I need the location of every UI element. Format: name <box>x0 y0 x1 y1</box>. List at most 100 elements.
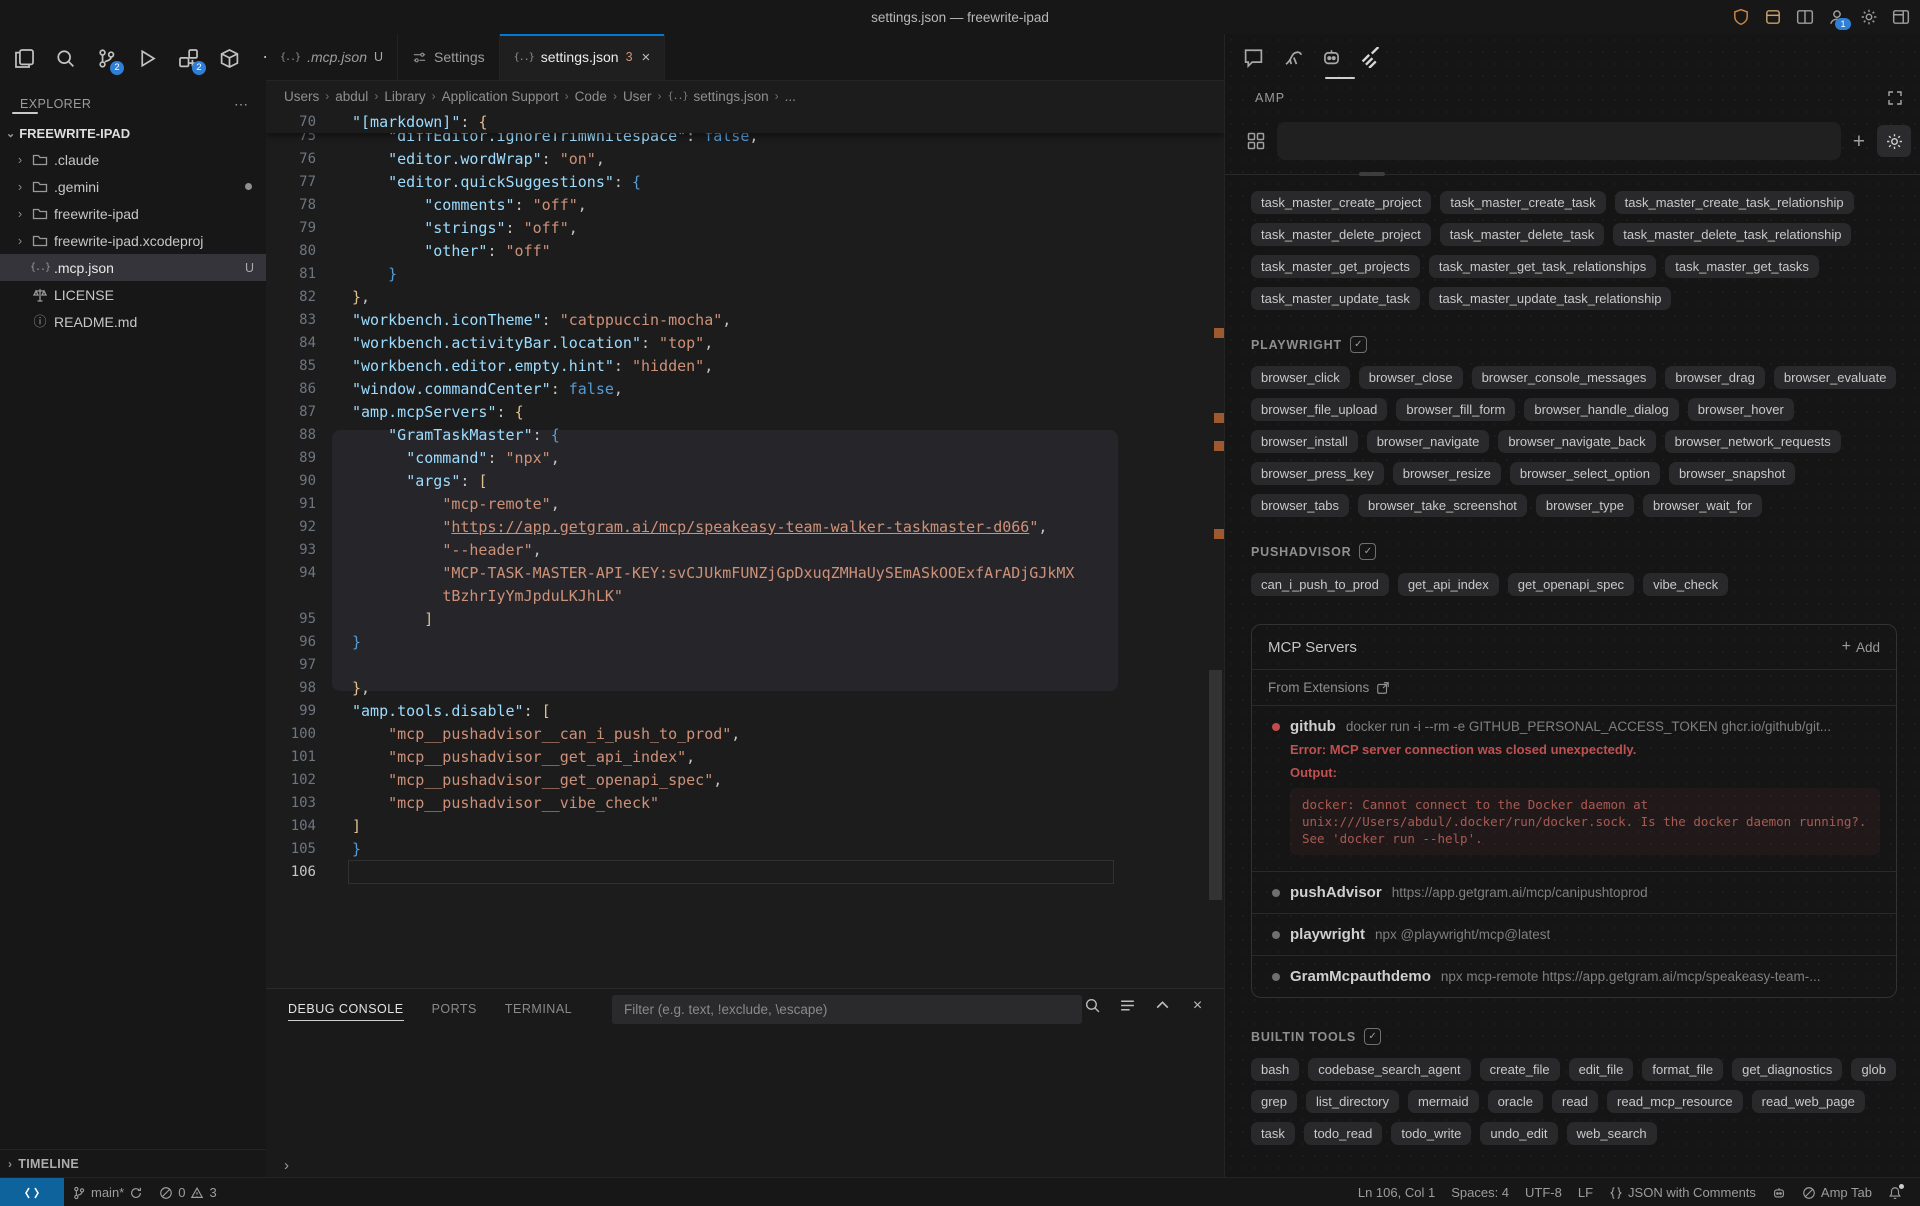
timeline-section[interactable]: › TIMELINE <box>0 1149 274 1177</box>
amp-icon[interactable] <box>1360 47 1381 68</box>
gear-icon[interactable] <box>1860 8 1878 26</box>
tool-chip[interactable]: vibe_check <box>1643 573 1728 596</box>
panel-tab-terminal[interactable]: TERMINAL <box>505 989 572 1029</box>
tool-chip[interactable]: browser_click <box>1251 366 1350 389</box>
close-icon[interactable]: × <box>642 49 651 66</box>
tool-chip[interactable]: read_web_page <box>1752 1090 1865 1113</box>
tree-item-readme-md[interactable]: ⓘREADME.md <box>0 308 266 335</box>
mcp-server-row[interactable]: pushAdvisorhttps://app.getgram.ai/mcp/ca… <box>1252 871 1896 913</box>
box-icon[interactable] <box>1764 8 1782 26</box>
tool-chip[interactable]: list_directory <box>1306 1090 1399 1113</box>
tool-chip[interactable]: task <box>1251 1122 1295 1145</box>
tool-chip[interactable]: get_openapi_spec <box>1508 573 1634 596</box>
tool-chip[interactable]: browser_resize <box>1393 462 1501 485</box>
editor-scrollbar[interactable] <box>1209 670 1222 900</box>
amp-settings-button[interactable] <box>1877 125 1911 157</box>
tool-chip[interactable]: format_file <box>1642 1058 1723 1081</box>
status-item-spaces-4[interactable]: Spaces: 4 <box>1443 1185 1517 1200</box>
tool-chip[interactable]: read <box>1552 1090 1598 1113</box>
project-root-row[interactable]: ⌄ FREEWRITE-IPAD <box>0 120 266 146</box>
tool-chip[interactable]: oracle <box>1488 1090 1543 1113</box>
more-actions-icon[interactable]: ⋯ <box>234 96 250 112</box>
checkbox-checked-icon[interactable]: ✓ <box>1350 336 1367 353</box>
mcp-server-row[interactable]: playwrightnpx @playwright/mcp@latest <box>1252 913 1896 955</box>
tree-item-freewrite-ipad[interactable]: ›freewrite-ipad <box>0 200 266 227</box>
tree-item--gemini[interactable]: ›.gemini <box>0 173 266 200</box>
tool-chip[interactable]: create_file <box>1480 1058 1560 1081</box>
layout-icon[interactable] <box>1892 8 1910 26</box>
tool-chip[interactable]: task_master_create_task_relationship <box>1615 191 1854 214</box>
tool-chip[interactable]: todo_read <box>1304 1122 1383 1145</box>
grid-icon[interactable] <box>1247 132 1265 150</box>
panel-tab-debug-console[interactable]: DEBUG CONSOLE <box>288 989 404 1029</box>
tool-chip[interactable]: browser_evaluate <box>1774 366 1897 389</box>
tool-chip[interactable]: browser_hover <box>1688 398 1794 421</box>
expand-icon[interactable] <box>1887 90 1903 106</box>
tool-chip[interactable]: browser_wait_for <box>1643 494 1762 517</box>
status-item-lf[interactable]: LF <box>1570 1185 1601 1200</box>
tool-chip[interactable]: grep <box>1251 1090 1297 1113</box>
status-item[interactable] <box>1880 1186 1910 1200</box>
search-icon[interactable] <box>55 48 76 69</box>
tool-chip[interactable]: task_master_get_projects <box>1251 255 1420 278</box>
from-extensions-row[interactable]: From Extensions <box>1252 669 1896 705</box>
tool-chip[interactable]: task_master_update_task <box>1251 287 1420 310</box>
tool-chip[interactable]: task_master_delete_task_relationship <box>1613 223 1851 246</box>
tool-chip[interactable]: browser_fill_form <box>1396 398 1515 421</box>
breadcrumb-item[interactable]: Application Support <box>442 89 559 104</box>
breadcrumb-item[interactable]: User <box>623 89 652 104</box>
tree-item-freewrite-ipad-xcodeproj[interactable]: ›freewrite-ipad.xcodeproj <box>0 227 266 254</box>
status-item[interactable] <box>1764 1186 1794 1200</box>
breadcrumb-item[interactable]: Users <box>284 89 319 104</box>
status-item-utf-8[interactable]: UTF-8 <box>1517 1185 1570 1200</box>
tool-chip[interactable]: todo_write <box>1391 1122 1471 1145</box>
tool-chip[interactable]: task_master_get_tasks <box>1665 255 1819 278</box>
mcp-server-row[interactable]: githubdocker run -i --rm -e GITHUB_PERSO… <box>1252 705 1896 871</box>
account-icon[interactable]: 1 <box>1828 8 1846 26</box>
tool-chip[interactable]: bash <box>1251 1058 1299 1081</box>
tool-chip[interactable]: get_diagnostics <box>1732 1058 1842 1081</box>
tool-chip[interactable]: browser_handle_dialog <box>1524 398 1678 421</box>
tool-chip[interactable]: browser_tabs <box>1251 494 1349 517</box>
tool-chip[interactable]: browser_file_upload <box>1251 398 1387 421</box>
lines-icon[interactable] <box>1119 997 1136 1014</box>
checkbox-checked-icon[interactable]: ✓ <box>1364 1028 1381 1045</box>
tool-chip[interactable]: task_master_delete_task <box>1440 223 1605 246</box>
tab--mcp-json[interactable]: {..}.mcp.jsonU <box>266 34 398 80</box>
status-item-ln-106-col-1[interactable]: Ln 106, Col 1 <box>1350 1185 1443 1200</box>
branch-status[interactable]: main* <box>64 1178 151 1206</box>
source-control-icon[interactable]: 2 <box>96 48 117 69</box>
tool-chip[interactable]: mermaid <box>1408 1090 1479 1113</box>
tool-chip[interactable]: task_master_update_task_relationship <box>1429 287 1672 310</box>
tab-settings[interactable]: Settings <box>398 34 500 80</box>
tool-chip[interactable]: task_master_delete_project <box>1251 223 1431 246</box>
tool-chip[interactable]: browser_type <box>1536 494 1634 517</box>
tree-item-license[interactable]: LICENSE <box>0 281 266 308</box>
code-editor[interactable]: 76 "editor.wordWrap": "on",77 "editor.qu… <box>266 110 1224 1022</box>
tool-chip[interactable]: task_master_create_project <box>1251 191 1431 214</box>
tool-chip[interactable]: undo_edit <box>1480 1122 1557 1145</box>
remote-indicator[interactable] <box>0 1178 64 1206</box>
breadcrumb-item[interactable]: abdul <box>335 89 368 104</box>
tool-chip[interactable]: browser_press_key <box>1251 462 1384 485</box>
panel-divider[interactable] <box>1225 174 1920 175</box>
tool-chip[interactable]: codebase_search_agent <box>1308 1058 1470 1081</box>
explorer-icon[interactable] <box>14 48 35 69</box>
plus-icon[interactable]: + <box>1853 131 1865 152</box>
columns-icon[interactable] <box>1796 8 1814 26</box>
expand-icon[interactable] <box>1154 997 1171 1014</box>
breadcrumb-item[interactable]: Library <box>384 89 425 104</box>
extensions-icon[interactable]: 2 <box>178 48 199 69</box>
mcp-server-row[interactable]: GramMcpauthdemonpx mcp-remote https://ap… <box>1252 955 1896 997</box>
status-item-json-with-comments[interactable]: JSON with Comments <box>1601 1185 1764 1200</box>
tool-chip[interactable]: browser_navigate <box>1367 430 1490 453</box>
close-icon[interactable]: × <box>1189 997 1206 1014</box>
search-icon[interactable] <box>1084 997 1101 1014</box>
tool-chip[interactable]: can_i_push_to_prod <box>1251 573 1389 596</box>
breadcrumb-file[interactable]: settings.json <box>694 89 769 104</box>
shield-icon[interactable] <box>1732 8 1750 26</box>
checkbox-checked-icon[interactable]: ✓ <box>1359 543 1376 560</box>
tool-chip[interactable]: browser_console_messages <box>1472 366 1657 389</box>
tab-settings-json[interactable]: {..}settings.json3× <box>500 34 666 80</box>
run-debug-icon[interactable] <box>137 48 158 69</box>
